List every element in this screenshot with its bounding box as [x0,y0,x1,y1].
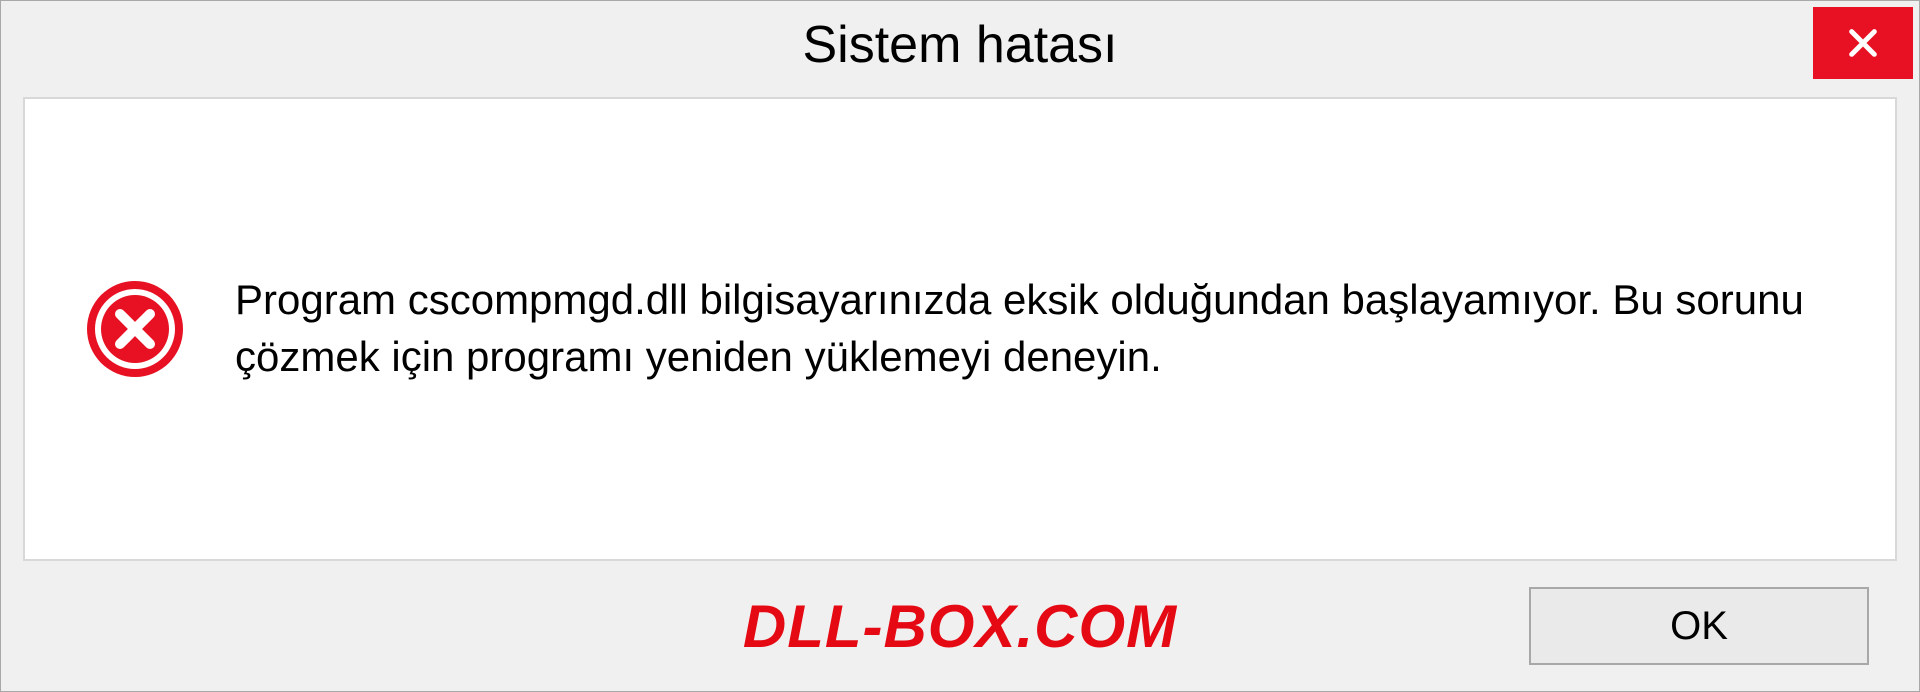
close-icon [1846,26,1880,60]
watermark-text: DLL-BOX.COM [743,592,1177,661]
footer-bar: DLL-BOX.COM OK [1,561,1919,691]
ok-button[interactable]: OK [1529,587,1869,665]
error-icon [85,279,185,379]
close-button[interactable] [1813,7,1913,79]
error-message: Program cscompmgd.dll bilgisayarınızda e… [235,272,1835,385]
content-area: Program cscompmgd.dll bilgisayarınızda e… [23,97,1897,561]
title-bar: Sistem hatası [1,1,1919,89]
dialog-title: Sistem hatası [802,15,1117,75]
system-error-dialog: Sistem hatası Program cscompmgd.dll bilg… [0,0,1920,692]
